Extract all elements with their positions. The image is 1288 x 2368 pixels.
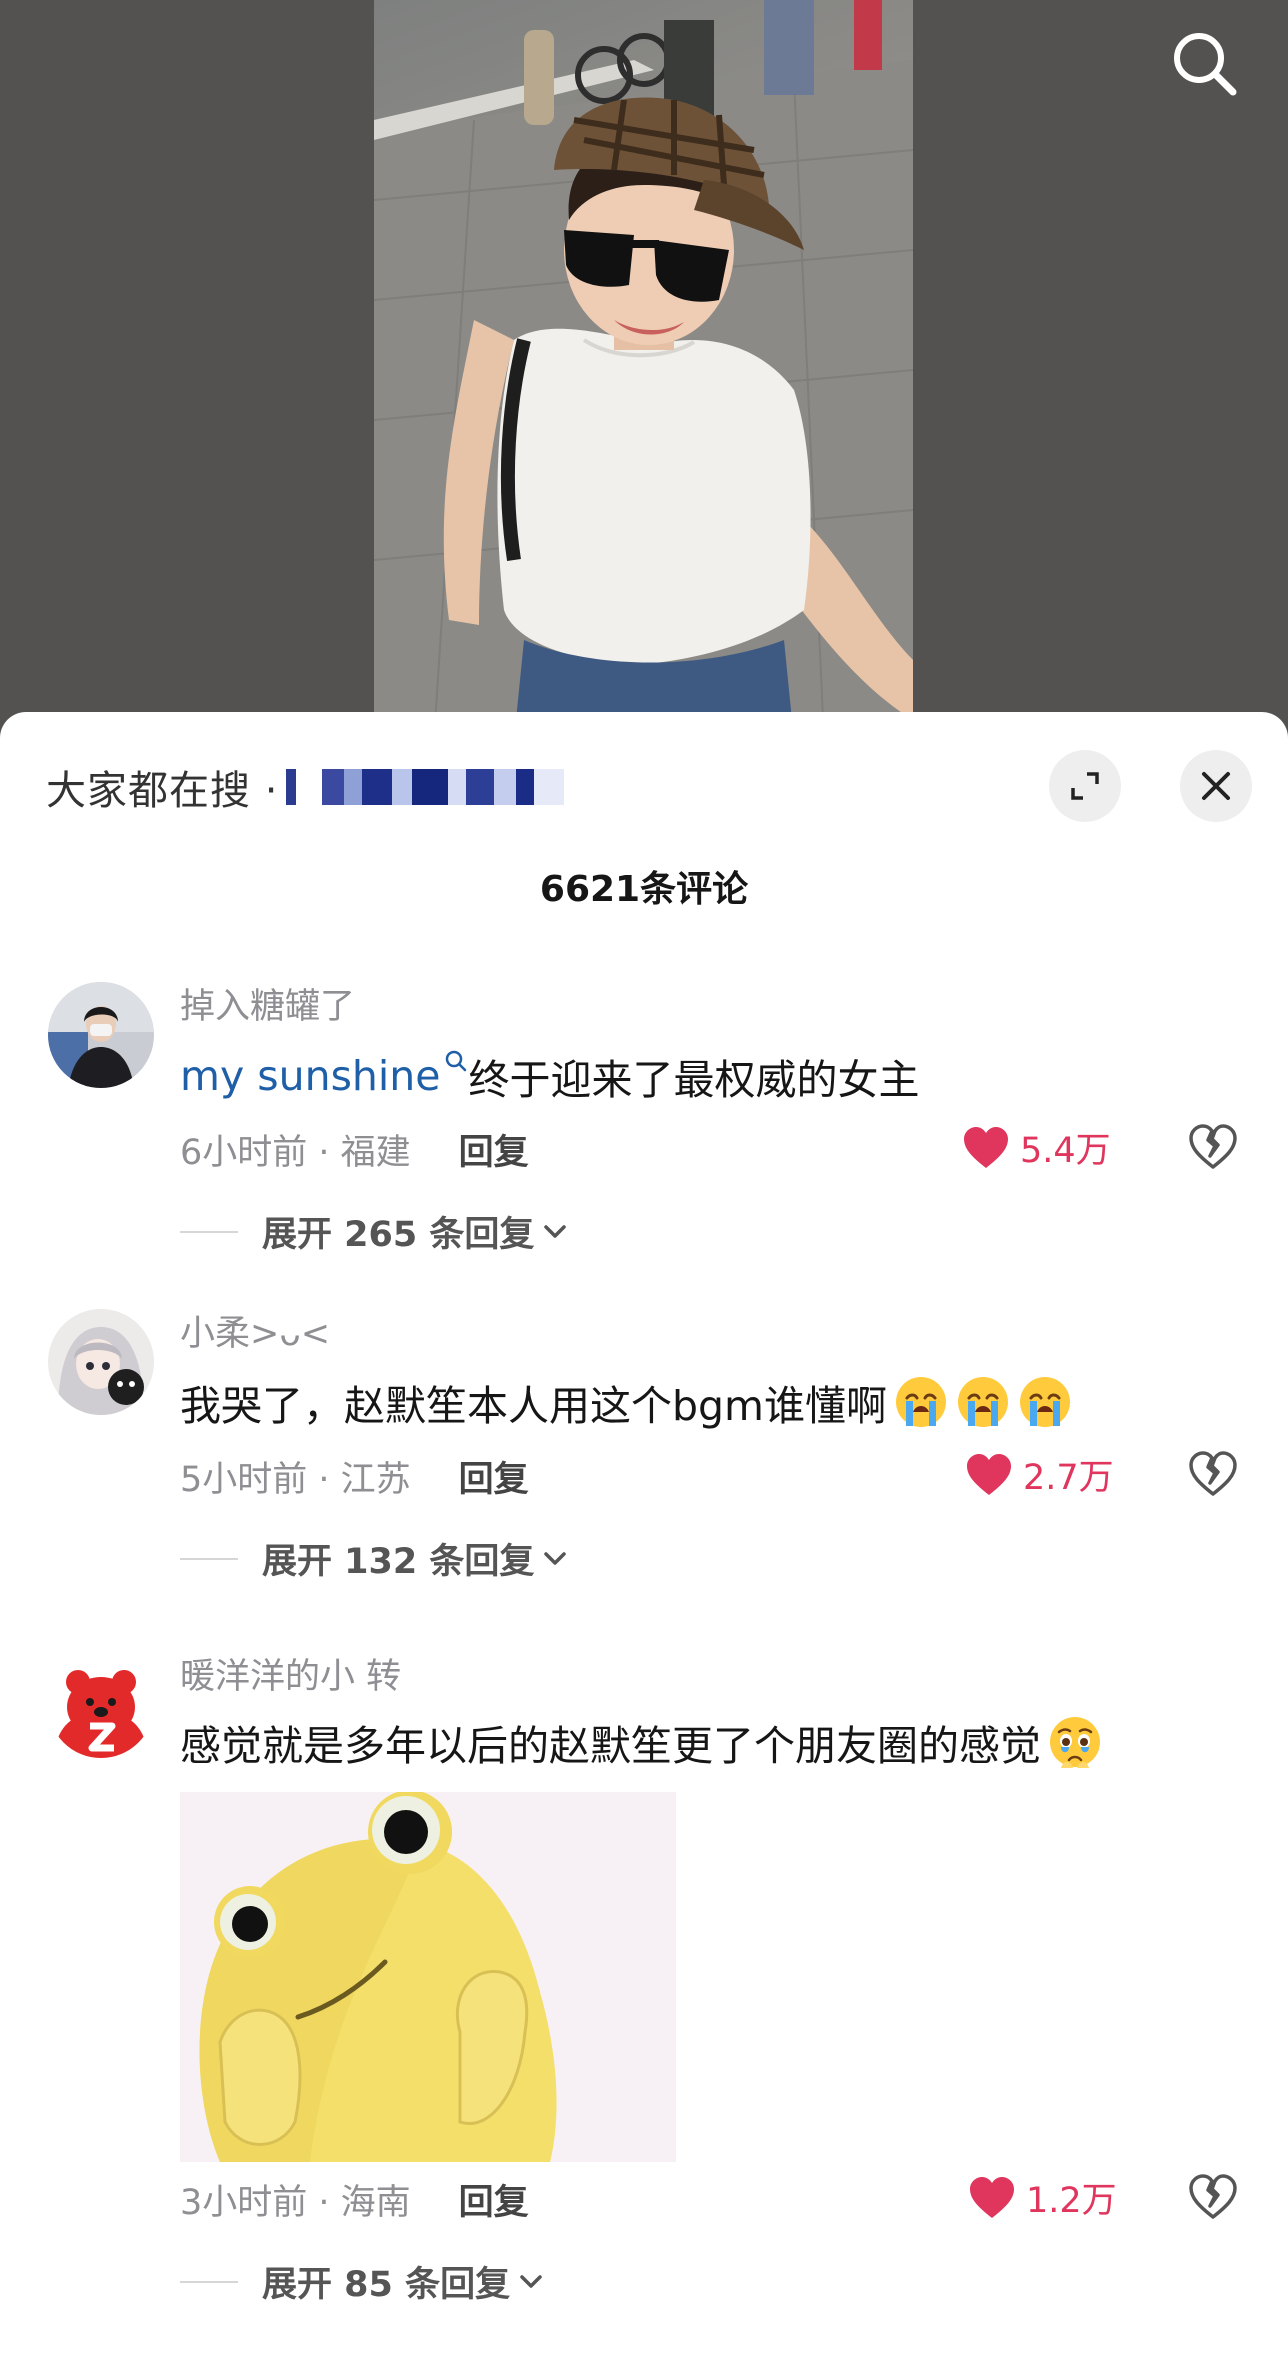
- trending-search-label: 大家都在搜 ·: [46, 768, 279, 814]
- comment-username[interactable]: 掉入糖罐了: [180, 978, 355, 1029]
- search-icon: [445, 1050, 466, 1072]
- video-player[interactable]: [0, 0, 1288, 740]
- comment-sheet: 大家都在搜 · 6621条评论 掉入糖罐了 my sunshine 终于迎来了最…: [0, 712, 1288, 2368]
- comment-username[interactable]: 暖洋洋的小 转: [180, 1648, 401, 1699]
- broken-heart-icon: [1189, 2174, 1237, 2219]
- search-icon: [1174, 33, 1237, 96]
- chevron-down-icon: [544, 1551, 567, 1565]
- chevron-down-icon: [520, 2274, 542, 2288]
- heart-icon: [970, 2176, 1014, 2218]
- like-count: 1.2万: [1026, 2181, 1117, 2221]
- expand-replies-button[interactable]: 展开 85 条回复: [180, 2256, 544, 2307]
- heart-icon: [964, 1126, 1008, 1168]
- search-button[interactable]: [1165, 24, 1245, 104]
- like-count: 5.4万: [1020, 1131, 1111, 1171]
- dislike-button[interactable]: [1188, 1124, 1238, 1174]
- comment-text: my sunshine 终于迎来了最权威的女主: [180, 1046, 920, 1106]
- comment-time-location: 3小时前 · 海南: [180, 2183, 411, 2223]
- broken-heart-icon: [1189, 1124, 1237, 1169]
- comment-text: 感觉就是多年以后的赵默笙更了个朋友圈的感觉: [180, 1712, 1103, 1772]
- divider-line: [180, 1230, 238, 1233]
- crying-emoji-icon: [958, 1377, 1008, 1427]
- mention-link[interactable]: my sunshine: [180, 1050, 469, 1100]
- yellow-blob-sticker-icon: [180, 1792, 676, 2162]
- video-still-image: [374, 0, 913, 740]
- comment-meta: 3小时前 · 海南 回复: [180, 2174, 529, 2225]
- divider-line: [180, 1557, 238, 1560]
- comment-count: 6621条评论: [539, 869, 749, 910]
- video-frame[interactable]: [374, 0, 913, 740]
- comment-username[interactable]: 小柔>ᴗ<: [180, 1305, 330, 1356]
- dislike-button[interactable]: [1188, 1451, 1238, 1501]
- crying-emoji-icon: [896, 1377, 946, 1427]
- expand-replies-button[interactable]: 展开 132 条回复: [180, 1533, 568, 1584]
- divider-line: [180, 2280, 238, 2283]
- expand-sheet-button[interactable]: [1049, 750, 1121, 822]
- broken-heart-icon: [1189, 1451, 1237, 1496]
- comment-text: 我哭了，赵默笙本人用这个bgm谁懂啊: [180, 1372, 1073, 1432]
- reply-button[interactable]: 回复: [459, 2174, 529, 2225]
- expand-icon: [1071, 772, 1099, 800]
- like-button[interactable]: 1.2万: [968, 2172, 1117, 2223]
- heart-icon: [967, 1453, 1011, 1495]
- avatar[interactable]: [48, 1652, 154, 1758]
- reply-button[interactable]: 回复: [459, 1451, 529, 1502]
- like-count: 2.7万: [1023, 1458, 1114, 1498]
- avatar[interactable]: [48, 982, 154, 1088]
- comment-meta: 6小时前 · 福建 回复: [180, 1124, 529, 1175]
- sheet-header: 大家都在搜 ·: [0, 712, 1288, 862]
- like-button[interactable]: 5.4万: [962, 1122, 1111, 1173]
- comment-meta: 5小时前 · 江苏 回复: [180, 1451, 529, 1502]
- teary-emoji-icon: [1050, 1717, 1100, 1768]
- close-icon: [1202, 772, 1230, 800]
- sticker-image[interactable]: [180, 1792, 676, 2162]
- comment-time-location: 5小时前 · 江苏: [180, 1460, 411, 1500]
- reply-button[interactable]: 回复: [459, 1124, 529, 1175]
- comment-time-location: 6小时前 · 福建: [180, 1133, 411, 1173]
- blurred-search-term: [286, 767, 565, 807]
- crying-emoji-icon: [1020, 1377, 1070, 1427]
- trending-search-hint[interactable]: 大家都在搜 ·: [46, 760, 565, 814]
- close-sheet-button[interactable]: [1180, 750, 1252, 822]
- expand-replies-button[interactable]: 展开 265 条回复: [180, 1206, 568, 1257]
- avatar[interactable]: [48, 1309, 154, 1415]
- dislike-button[interactable]: [1188, 2174, 1238, 2224]
- like-button[interactable]: 2.7万: [965, 1449, 1114, 1500]
- chevron-down-icon: [544, 1224, 567, 1238]
